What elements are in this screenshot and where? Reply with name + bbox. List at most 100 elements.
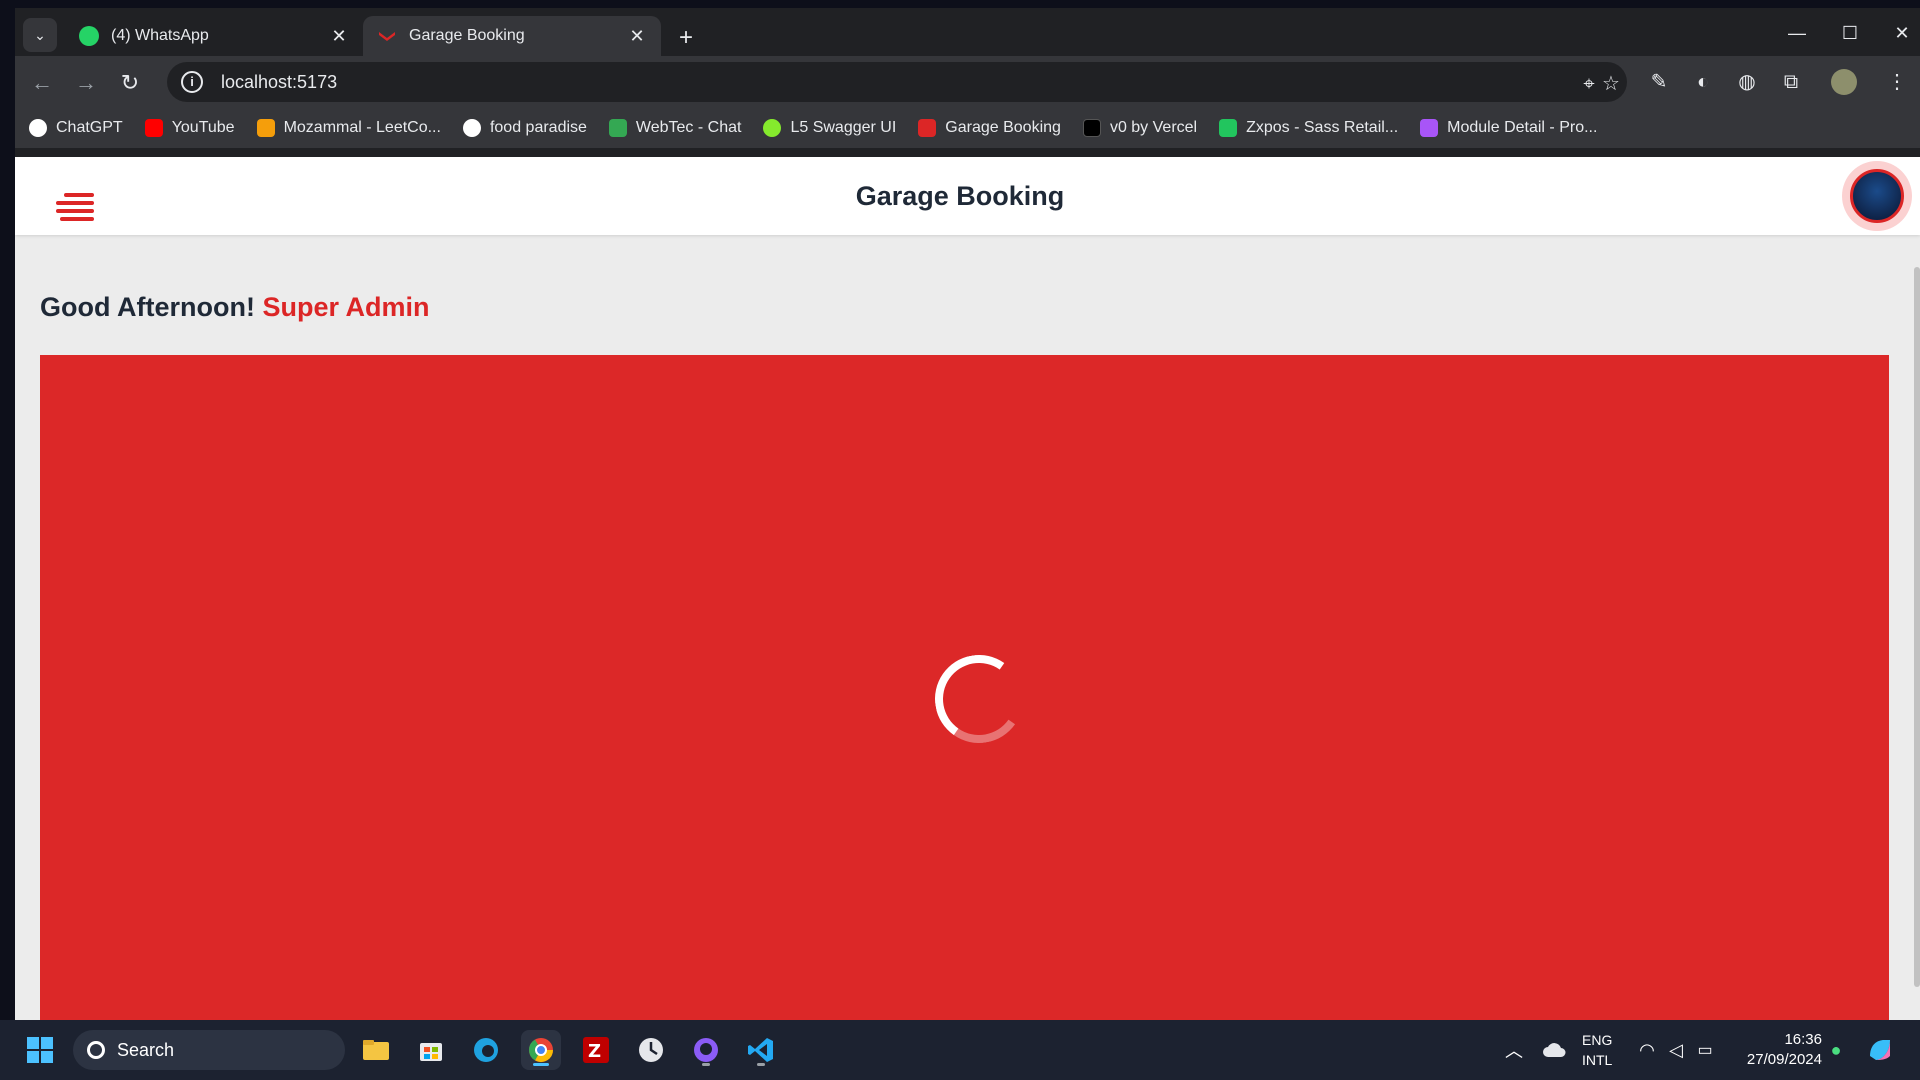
- tab-title: Garage Booking: [409, 27, 525, 44]
- close-tab-icon[interactable]: ✕: [627, 26, 647, 47]
- back-button[interactable]: ←: [27, 68, 57, 98]
- avatar-logo: [1850, 169, 1904, 223]
- clock-time: 16:36: [1784, 1031, 1822, 1048]
- clock-date: 27/09/2024: [1746, 1051, 1822, 1068]
- close-tab-icon[interactable]: ✕: [329, 26, 349, 47]
- tab-whatsapp[interactable]: (4) WhatsApp ✕: [65, 16, 363, 56]
- user-avatar[interactable]: [1842, 161, 1912, 231]
- system-clock[interactable]: 16:36 27/09/2024: [1747, 1030, 1822, 1070]
- close-window-button[interactable]: ✕: [1882, 18, 1920, 48]
- extension-icon[interactable]: ◐: [1689, 68, 1717, 96]
- bookmark-label: Mozammal - LeetCo...: [283, 119, 441, 136]
- clock-app-icon[interactable]: [631, 1030, 671, 1070]
- address-bar[interactable]: i localhost:5173 ⌖ ☆: [167, 62, 1627, 102]
- leetcode-icon: [256, 119, 275, 137]
- bookmark-label: food paradise: [489, 119, 587, 136]
- bookmark-label: WebTec - Chat: [635, 119, 742, 136]
- greeting-heading: Good Afternoon! Super Admin: [40, 292, 429, 323]
- vscode-icon[interactable]: [741, 1030, 781, 1070]
- onedrive-icon[interactable]: [1534, 1030, 1574, 1070]
- bookmark-star-icon[interactable]: ☆: [1599, 72, 1623, 96]
- filezilla-icon[interactable]: Z: [576, 1030, 616, 1070]
- bookmark-youtube[interactable]: YouTube: [144, 119, 235, 137]
- web-page: Garage Booking Good Afternoon! Super Adm…: [15, 157, 1920, 1020]
- running-indicator: [533, 1063, 549, 1066]
- edge-icon[interactable]: [466, 1030, 506, 1070]
- module-icon: [1420, 119, 1439, 137]
- chat-icon: [608, 119, 627, 137]
- notification-bell-icon[interactable]: ●: [1816, 1030, 1856, 1070]
- extensions-puzzle-icon[interactable]: ⧉: [1777, 68, 1805, 96]
- garage-booking-icon: [377, 26, 397, 46]
- bookmark-leetcode[interactable]: Mozammal - LeetCo...: [256, 119, 441, 137]
- garage-booking-icon: [918, 119, 937, 137]
- loading-panel: [40, 355, 1889, 1020]
- bookmark-vercel[interactable]: v0 by Vercel: [1082, 119, 1198, 137]
- bookmark-label: ChatGPT: [56, 119, 123, 136]
- bookmark-swagger[interactable]: L5 Swagger UI: [763, 119, 896, 137]
- copilot-icon[interactable]: [1860, 1030, 1900, 1070]
- loading-spinner-icon: [928, 648, 1030, 750]
- bookmark-label: Module Detail - Pro...: [1447, 119, 1598, 136]
- maximize-button[interactable]: ☐: [1830, 18, 1870, 48]
- page-scrollbar[interactable]: [1914, 267, 1920, 987]
- app-title: Garage Booking: [855, 181, 1065, 211]
- whatsapp-icon: [79, 26, 99, 46]
- bookmark-module-detail[interactable]: Module Detail - Pro...: [1420, 119, 1597, 137]
- bookmark-label: L5 Swagger UI: [790, 119, 897, 136]
- pen-extension-icon[interactable]: ✎: [1645, 68, 1673, 96]
- chatgpt-icon: [29, 119, 47, 137]
- bookmark-webtec-chat[interactable]: WebTec - Chat: [608, 119, 742, 137]
- bookmark-food-paradise[interactable]: food paradise: [462, 119, 587, 137]
- browser-toolbar: ← → ↻ i localhost:5173 ⌖ ☆ ✎ ◐ ◍ ⧉ ⋮: [15, 56, 1920, 108]
- microsoft-store-icon[interactable]: [411, 1030, 451, 1070]
- bookmark-label: Zxpos - Sass Retail...: [1246, 119, 1399, 136]
- search-label: Search: [117, 1039, 175, 1060]
- youtube-icon: [144, 119, 163, 137]
- tab-strip: ⌄ (4) WhatsApp ✕ Garage Booking ✕ + — ☐ …: [15, 8, 1920, 56]
- bookmark-garage-booking[interactable]: Garage Booking: [918, 119, 1061, 137]
- chevron-up-icon[interactable]: ︿: [1494, 1030, 1534, 1070]
- chrome-icon[interactable]: [521, 1030, 561, 1070]
- bookmark-label: v0 by Vercel: [1109, 119, 1198, 136]
- profile-avatar-icon[interactable]: [1831, 69, 1857, 95]
- running-indicator: [757, 1063, 765, 1066]
- language-line1: ENG: [1582, 1032, 1613, 1048]
- swagger-icon: [763, 119, 782, 137]
- bookmark-label: YouTube: [171, 119, 235, 136]
- windows-start-icon[interactable]: [20, 1030, 60, 1070]
- app-header: Garage Booking: [15, 157, 1920, 235]
- svg-text:Z: Z: [588, 1041, 601, 1062]
- tab-search-button[interactable]: ⌄: [23, 18, 57, 52]
- tab-title: (4) WhatsApp: [111, 27, 209, 44]
- tab-garage-booking[interactable]: Garage Booking ✕: [363, 16, 661, 56]
- reload-button[interactable]: ↻: [115, 68, 145, 98]
- minimize-button[interactable]: —: [1777, 18, 1817, 48]
- greeting-text: Good Afternoon!: [40, 292, 255, 322]
- language-indicator[interactable]: ENG INTL: [1582, 1030, 1612, 1070]
- windows-taskbar: Search Z ︿ ENG INTL ◠ ◁ ▭ 16:36 27/09/20…: [0, 1020, 1920, 1080]
- running-indicator: [702, 1063, 710, 1066]
- user-name: Super Admin: [262, 292, 430, 322]
- bookmark-label: Garage Booking: [945, 119, 1061, 136]
- github-icon: [462, 119, 481, 137]
- battery-icon[interactable]: ▭: [1685, 1030, 1725, 1070]
- forward-button[interactable]: →: [71, 68, 101, 98]
- vercel-icon: [1082, 119, 1101, 137]
- github-desktop-icon[interactable]: [686, 1030, 726, 1070]
- bookmarks-bar: ChatGPT YouTube Mozammal - LeetCo... foo…: [15, 108, 1920, 148]
- search-icon: [87, 1041, 105, 1059]
- new-tab-button[interactable]: +: [671, 24, 701, 52]
- browser-window: ⌄ (4) WhatsApp ✕ Garage Booking ✕ + — ☐ …: [15, 8, 1920, 1020]
- taskbar-search[interactable]: Search: [73, 1030, 345, 1070]
- globe-icon[interactable]: ◍: [1733, 68, 1761, 96]
- address-text: localhost:5173: [221, 71, 338, 92]
- zxpos-icon: [1219, 119, 1238, 137]
- site-info-icon[interactable]: i: [181, 71, 203, 93]
- location-icon[interactable]: ⌖: [1577, 72, 1601, 96]
- bookmark-zxpos[interactable]: Zxpos - Sass Retail...: [1219, 119, 1398, 137]
- file-explorer-icon[interactable]: [356, 1030, 396, 1070]
- menu-kebab-icon[interactable]: ⋮: [1883, 68, 1911, 96]
- bookmark-chatgpt[interactable]: ChatGPT: [29, 119, 123, 137]
- language-line2: INTL: [1582, 1052, 1613, 1068]
